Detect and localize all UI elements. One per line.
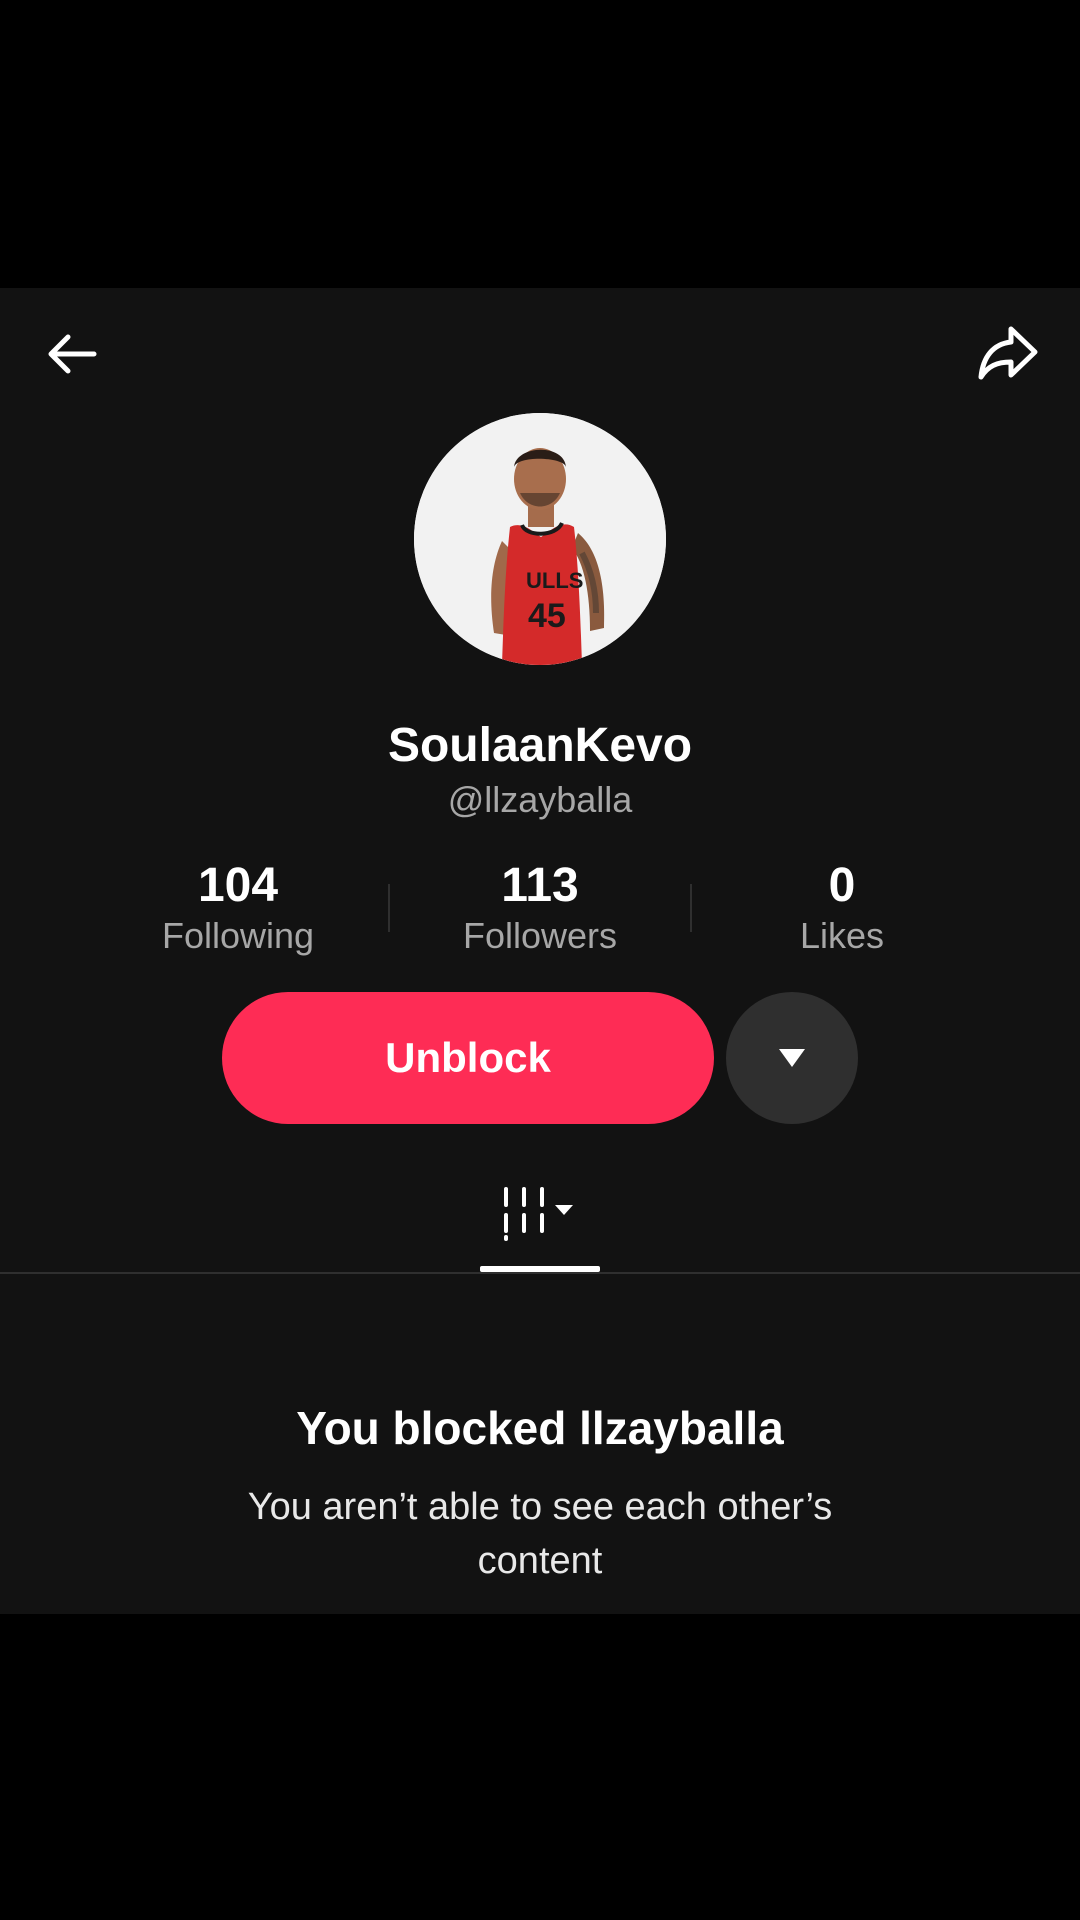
tab-divider xyxy=(0,1272,1080,1274)
tab-videos[interactable] xyxy=(480,1168,600,1258)
followers-count: 113 xyxy=(501,859,579,912)
tab-dropdown-caret xyxy=(555,1205,573,1215)
svg-text:ULLS: ULLS xyxy=(526,568,583,593)
stat-divider xyxy=(388,884,390,932)
following-label: Following xyxy=(161,915,315,956)
stat-divider xyxy=(690,884,692,932)
grid-columns-icon xyxy=(504,1187,573,1241)
svg-text:45: 45 xyxy=(528,597,566,635)
back-button[interactable] xyxy=(32,314,112,394)
arrow-left-icon xyxy=(48,334,97,374)
likes-label: Likes xyxy=(799,915,885,956)
stat-likes: 0 Likes xyxy=(712,858,972,958)
share-arrow-icon xyxy=(978,326,1038,380)
following-count: 104 xyxy=(197,859,279,912)
unblock-button[interactable]: Unblock xyxy=(222,992,714,1124)
profile-screen: ULLS 45 SoulaanKevo @llzayballa 104 Foll… xyxy=(0,288,1080,1614)
caret-down-icon xyxy=(779,1049,805,1067)
stat-following[interactable]: 104 Following xyxy=(108,858,368,958)
blocked-description: You aren’t able to see each other’s cont… xyxy=(247,1486,833,1582)
likes-count: 0 xyxy=(828,859,856,912)
followers-label: Followers xyxy=(462,915,618,956)
display-name: SoulaanKevo xyxy=(387,719,693,772)
stat-followers[interactable]: 113 Followers xyxy=(410,858,670,958)
more-options-button[interactable] xyxy=(726,992,858,1124)
username-handle: @llzayballa xyxy=(447,779,633,820)
stats-bar: 104 Following 113 Followers 0 Likes xyxy=(0,858,1080,968)
share-button[interactable] xyxy=(968,314,1048,394)
profile-photo: ULLS 45 xyxy=(414,413,666,665)
blocked-title: You blocked llzayballa xyxy=(296,1402,784,1454)
avatar[interactable]: ULLS 45 xyxy=(414,413,666,665)
